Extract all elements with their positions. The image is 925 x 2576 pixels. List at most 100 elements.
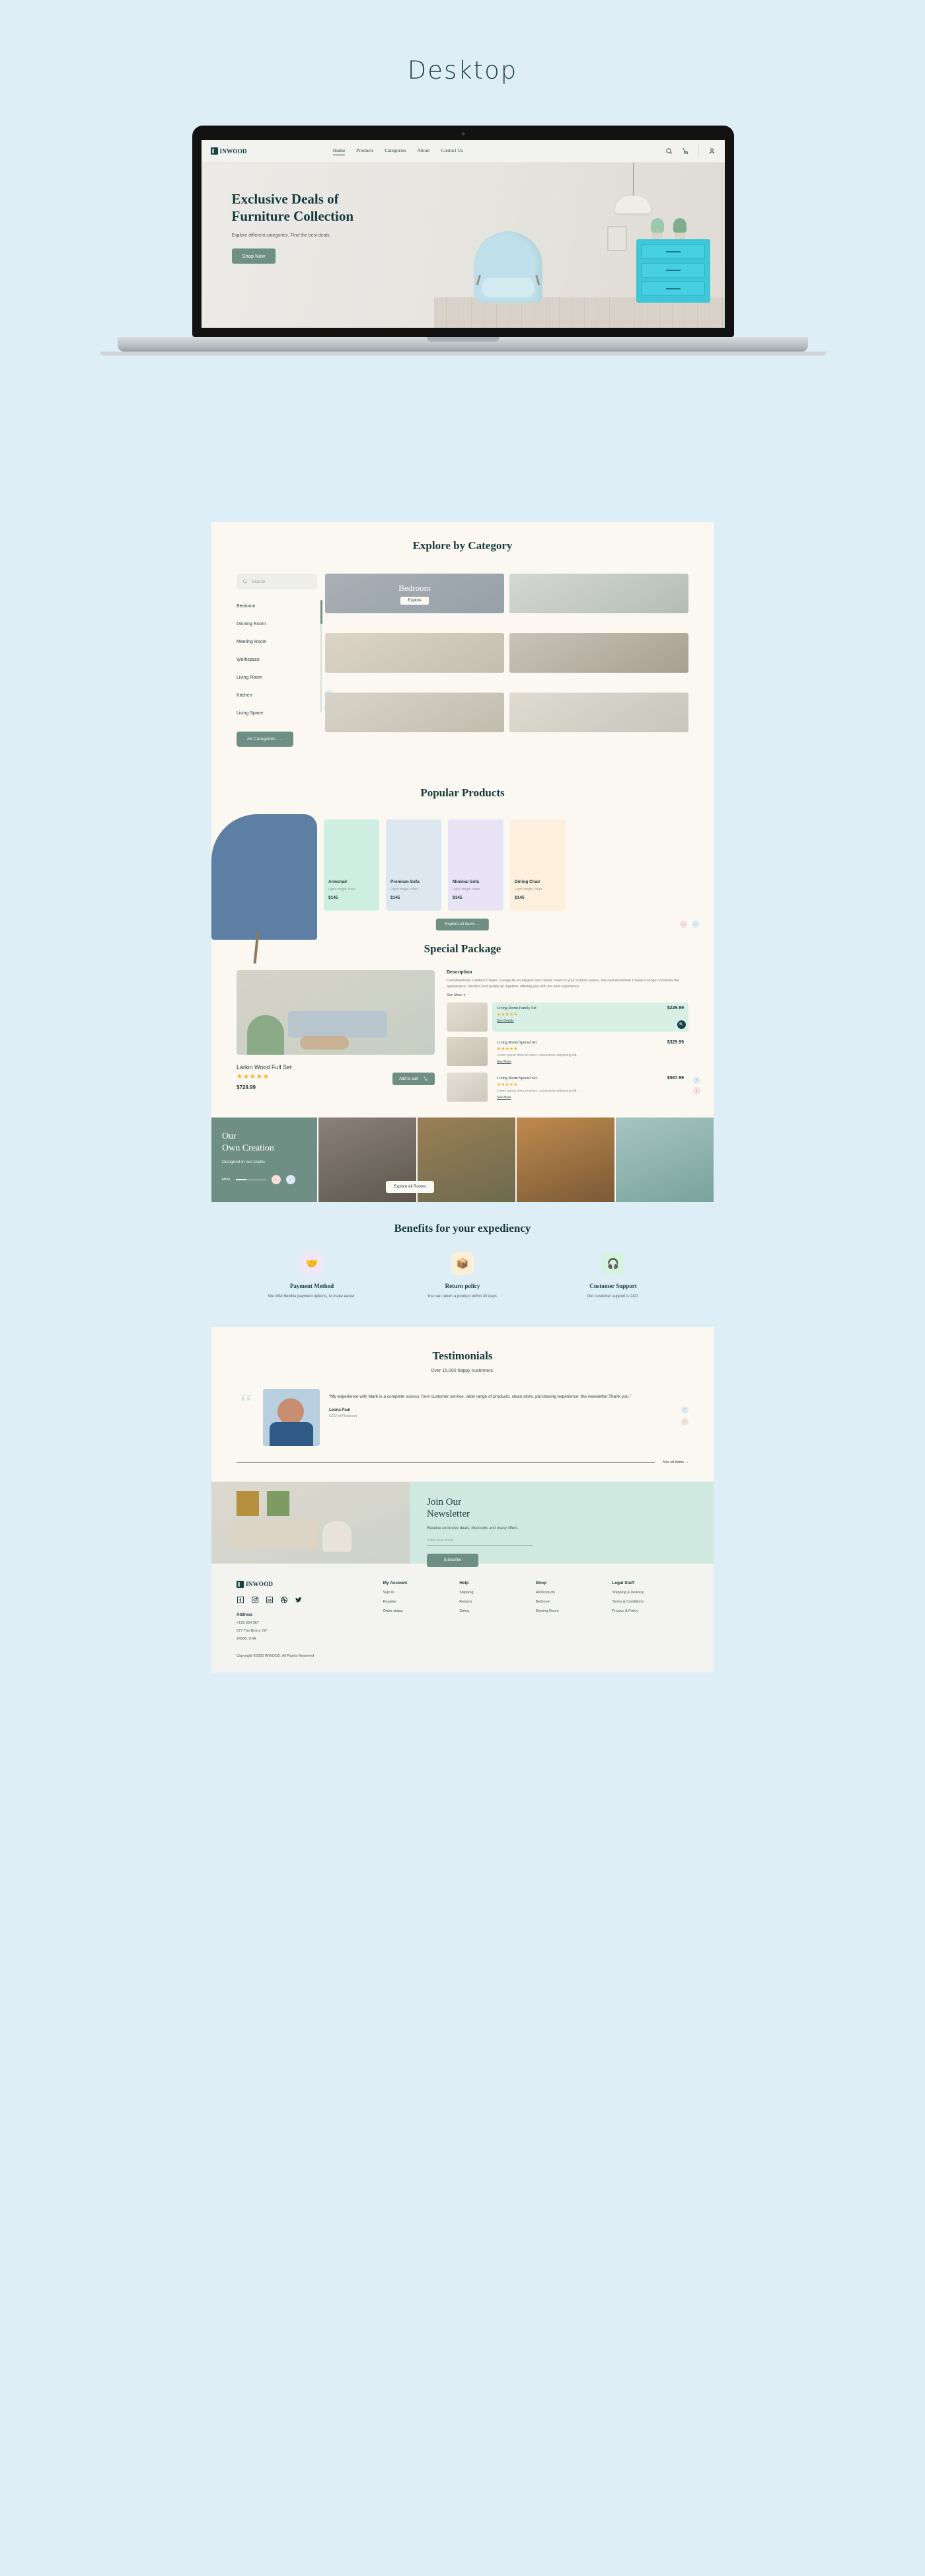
package-list-item[interactable]: Living Room Family Set $229.99 ★★★★★ See… (447, 1003, 688, 1032)
gallery-tile-3[interactable] (515, 1118, 614, 1203)
package-link[interactable]: See More (497, 1096, 684, 1100)
nav-item-home[interactable]: Home (332, 147, 346, 155)
category-item-kitchen[interactable]: Kitchen (237, 687, 317, 704)
category-item-meeting-room[interactable]: Meeting Room (237, 633, 317, 651)
header-divider (698, 143, 699, 159)
category-card-6[interactable] (509, 693, 688, 732)
footer-link-order-status[interactable]: Order status (383, 1609, 460, 1613)
newsletter-image (211, 1481, 410, 1564)
explore-all-items-button[interactable]: Explore All Items → (435, 919, 490, 930)
footer-link-bedroom[interactable]: Bedroom (536, 1600, 612, 1604)
email-field[interactable]: Enter your email (427, 1538, 533, 1546)
category-item-living-space[interactable]: Living Space (237, 704, 317, 722)
footer-column-my-account: My Account Sign in Register Order status (383, 1581, 460, 1641)
package-link[interactable]: See More (497, 1060, 684, 1064)
explore-all-rooms-button[interactable]: Explore All Rooms (386, 1181, 435, 1193)
hero-section: Exclusive Deals of Furniture Collection … (201, 163, 725, 328)
category-card-bedroom[interactable]: Bedroom Explore (325, 574, 504, 613)
logo[interactable]: INWOOD (210, 147, 247, 155)
footer-link-all-products[interactable]: All Products (536, 1591, 612, 1595)
category-scrollbar-thumb[interactable] (320, 600, 322, 624)
zoom-icon[interactable]: 🔍 (677, 1020, 686, 1030)
linkedin-icon[interactable] (266, 1596, 274, 1604)
list-scroll-up-button[interactable]: ↑ (693, 1077, 700, 1084)
see-all-items-label: See all items (663, 1460, 684, 1464)
laptop-base (118, 337, 808, 352)
product-card-minimal-sofa[interactable]: Minimal Sofa Light single chair $145 (448, 819, 503, 911)
footer-link-privacy[interactable]: Privacy & Policy (612, 1609, 688, 1613)
own-creation-next-button[interactable]: → (285, 1175, 295, 1185)
benefits-heading: Benefits for your expediency (394, 1222, 531, 1235)
laptop-screen-frame: INWOOD Home Products Categories About Co… (192, 126, 734, 337)
carousel-next-button[interactable]: → (692, 921, 699, 928)
testimonial-prev-button[interactable]: ↑ (681, 1406, 688, 1414)
page-title: Desktop (407, 56, 518, 85)
category-card-explore-button[interactable]: Explore (400, 596, 429, 605)
address-line-2: 877 The Bronx, NY (237, 1628, 268, 1633)
subscribe-button[interactable]: Subscribe (427, 1554, 478, 1568)
footer-logo[interactable]: INWOOD (237, 1580, 383, 1588)
product-card-armchair[interactable]: Armchair Light single chair $145 (324, 819, 379, 911)
footer-link-dinning-room[interactable]: Dinning Room (536, 1609, 612, 1613)
package-list-item[interactable]: Living Room Special Set $329.99 ★★★★★ Lo… (447, 1037, 688, 1068)
product-card-premium-sofa[interactable]: Premium Sofa Light single chair $145 (386, 819, 441, 911)
testimonials-section: Testimonials Over 15,000 happy customers… (211, 1327, 714, 1482)
add-to-cart-button[interactable]: Add to cart (392, 1073, 435, 1085)
footer-link-shipping[interactable]: Shipping (459, 1591, 536, 1595)
testimonial-nav: ↑ ↓ (681, 1406, 688, 1425)
footer-link-returns[interactable]: Returns (459, 1600, 536, 1604)
footer-link-sign-in[interactable]: Sign in (383, 1591, 460, 1595)
see-more-link[interactable]: See More ▾ (447, 993, 688, 997)
category-item-workspace[interactable]: Workspace (237, 651, 317, 669)
list-scroll-down-button[interactable]: ↓ (693, 1087, 700, 1095)
shop-now-button[interactable]: Shop Now (231, 248, 276, 264)
dribbble-icon[interactable] (280, 1596, 288, 1604)
twitter-icon[interactable] (295, 1596, 303, 1604)
all-categories-button[interactable]: All Categories → (237, 732, 293, 747)
account-icon[interactable] (708, 147, 716, 155)
category-item-bedroom[interactable]: Bedroom (237, 597, 317, 615)
cart-icon[interactable] (682, 147, 689, 155)
nav-item-about[interactable]: About (417, 147, 429, 155)
gallery-tile-4[interactable] (614, 1118, 714, 1203)
footer-link-terms[interactable]: Terms & Conditions (612, 1600, 688, 1604)
footer-link-register[interactable]: Register (383, 1600, 460, 1604)
package-thumb (447, 1037, 488, 1067)
main-nav: Home Products Categories About Contact U… (332, 147, 463, 155)
nav-item-contact[interactable]: Contact Us (441, 147, 463, 155)
package-list-item[interactable]: Living Room Special Set $587.99 ★★★★★ Lo… (447, 1073, 700, 1104)
see-all-items-link[interactable]: See all items → (663, 1460, 688, 1464)
package-link[interactable]: See Details (497, 1019, 684, 1023)
carousel-prev-button[interactable]: ← (680, 921, 687, 928)
product-card-dining-chair[interactable]: Dining Chair Light single chair $145 (510, 819, 566, 911)
product-name: Premium Sofa (390, 880, 420, 884)
handshake-icon: 🤝 (301, 1252, 323, 1275)
product-desc: Light single chair (453, 888, 480, 891)
facebook-icon[interactable] (237, 1596, 244, 1604)
package-rating: ★★★★★ (497, 1082, 518, 1088)
category-card-3[interactable] (325, 633, 504, 673)
package-price: $229.99 (667, 1006, 684, 1011)
category-item-living-room[interactable]: Living Room (237, 669, 317, 687)
special-price: $729.99 (237, 1084, 256, 1090)
product-price: $145 (328, 895, 338, 900)
search-input[interactable]: Search (237, 574, 317, 589)
category-card-2[interactable] (509, 574, 688, 613)
category-item-dinning-room[interactable]: Dinning Room (237, 615, 317, 633)
own-creation-prev-button[interactable]: ← (271, 1175, 281, 1185)
product-desc: Light single chair (390, 888, 418, 891)
category-card-4[interactable] (509, 633, 688, 673)
footer-link-shipping-delivery[interactable]: Shipping & Delivery (612, 1591, 688, 1595)
search-icon[interactable] (665, 147, 673, 155)
instagram-icon[interactable] (251, 1596, 259, 1604)
category-heading: Explore by Category (412, 539, 513, 552)
product-desc: Light single chair (515, 888, 542, 891)
hero-copy: Exclusive Deals of Furniture Collection … (231, 190, 430, 264)
category-card-5[interactable] (325, 693, 504, 732)
nav-item-products[interactable]: Products (356, 147, 373, 155)
armchair-graphic (473, 231, 542, 303)
footer-link-sizing[interactable]: Sizing (459, 1609, 536, 1613)
newsletter-title-line1: Join Our (427, 1496, 462, 1507)
nav-item-categories[interactable]: Categories (385, 147, 406, 155)
testimonial-next-button[interactable]: ↓ (681, 1418, 688, 1425)
